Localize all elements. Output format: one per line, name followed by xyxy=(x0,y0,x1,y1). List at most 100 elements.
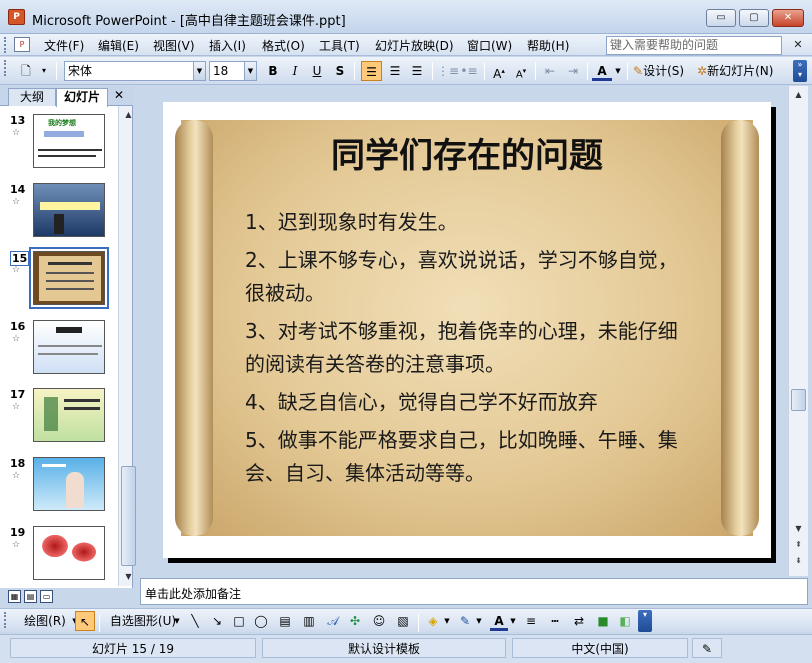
scroll-down-icon[interactable]: ▼ xyxy=(121,570,136,584)
slideshow-view-icon[interactable]: ▭ xyxy=(40,590,53,603)
diagram-icon[interactable]: ✣ xyxy=(346,611,364,631)
menu-bar: P 文件(F) 编辑(E) 视图(V) 插入(I) 格式(O) 工具(T) 幻灯… xyxy=(0,34,812,56)
picture-icon[interactable]: ▧ xyxy=(394,611,412,631)
menu-window[interactable]: 窗口(W) xyxy=(467,37,512,54)
line-style-icon[interactable]: ≡ xyxy=(522,611,540,631)
numbering-icon[interactable]: ⋮≡ xyxy=(437,61,459,81)
document-close-icon[interactable]: ✕ xyxy=(789,36,807,54)
vertical-textbox-icon[interactable]: ▥ xyxy=(300,611,318,631)
menu-tools[interactable]: 工具(T) xyxy=(319,37,360,54)
bold-button[interactable]: B xyxy=(264,61,282,81)
slide-thumbnail-17[interactable]: 17 ☆ xyxy=(0,388,118,448)
new-document-icon[interactable]: 🗋 xyxy=(16,61,36,81)
chevron-down-icon[interactable]: ▼ xyxy=(508,611,518,631)
align-right-icon[interactable]: ☰ xyxy=(407,61,427,81)
close-button[interactable]: ✕ xyxy=(772,9,804,27)
font-size-combo[interactable]: 18 ▼ xyxy=(209,61,257,81)
panel-close-icon[interactable]: ✕ xyxy=(114,88,124,102)
slide-thumbnail-19[interactable]: 19 ☆ xyxy=(0,526,118,586)
slide-thumbnail-13[interactable]: 13 ☆ 我的梦想 xyxy=(0,114,118,174)
slide-sorter-view-icon[interactable]: ▤ xyxy=(24,590,37,603)
design-button[interactable]: ✎设计(S) xyxy=(633,61,693,81)
align-center-icon[interactable]: ☰ xyxy=(385,61,405,81)
menu-edit[interactable]: 编辑(E) xyxy=(98,37,139,54)
chevron-down-icon[interactable]: ▼ xyxy=(442,611,452,631)
menu-file[interactable]: 文件(F) xyxy=(44,37,84,54)
slide-scrollbar[interactable]: ▲ ▼ ⇞ ⇟ xyxy=(788,86,808,576)
wordart-icon[interactable]: 𝒜 xyxy=(324,611,342,631)
decrease-indent-icon[interactable]: ⇤ xyxy=(540,61,560,81)
font-color-icon[interactable]: A xyxy=(592,61,612,81)
tab-outline[interactable]: 大纲 xyxy=(8,88,56,106)
toolbar-grip[interactable] xyxy=(4,37,7,53)
toolbar-overflow-icon[interactable]: ▾ xyxy=(638,610,652,632)
shadow-style-icon[interactable]: ■ xyxy=(594,611,612,631)
scrollbar-thumb[interactable] xyxy=(791,389,806,411)
chevron-down-icon[interactable]: ▼ xyxy=(613,61,623,81)
textbox-icon[interactable]: ▤ xyxy=(276,611,294,631)
rectangle-icon[interactable]: □ xyxy=(230,611,248,631)
arrow-style-icon[interactable]: ⇄ xyxy=(570,611,588,631)
thumbnail-scrollbar[interactable]: ▲ ▼ xyxy=(118,106,136,586)
autoshapes-button[interactable]: 自选图形(U) xyxy=(106,611,180,631)
slide-thumbnail-18[interactable]: 18 ☆ xyxy=(0,457,118,517)
slide-thumbnail-16[interactable]: 16 ☆ xyxy=(0,320,118,380)
maximize-button[interactable]: ▢ xyxy=(739,9,769,27)
3d-style-icon[interactable]: ◧ xyxy=(616,611,634,631)
current-slide[interactable]: 同学们存在的问题 1、迟到现象时有发生。 2、上课不够专心，喜欢说说话，学习不够… xyxy=(163,102,771,558)
chevron-down-icon[interactable]: ▼ xyxy=(244,62,256,80)
new-slide-button[interactable]: ✲新幻灯片(N) xyxy=(697,61,789,81)
decrease-font-icon[interactable]: A▾ xyxy=(511,61,531,81)
notes-pane[interactable]: 单击此处添加备注 xyxy=(140,578,808,605)
slide-thumbnail-15[interactable]: 15 ☆ xyxy=(0,247,118,311)
underline-button[interactable]: U xyxy=(308,61,326,81)
slide-editing-area[interactable]: 同学们存在的问题 1、迟到现象时有发生。 2、上课不够专心，喜欢说说话，学习不够… xyxy=(140,86,788,576)
clipart-icon[interactable]: ☺ xyxy=(370,611,388,631)
toolbar-options-icon[interactable]: ▾ xyxy=(38,61,50,81)
dash-style-icon[interactable]: ┅ xyxy=(546,611,564,631)
toolbar-overflow-icon[interactable]: » ▾ xyxy=(793,60,807,82)
thumbnail-title: 我的梦想 xyxy=(48,119,76,127)
menu-format[interactable]: 格式(O) xyxy=(262,37,305,54)
menu-slideshow[interactable]: 幻灯片放映(D) xyxy=(375,37,454,54)
normal-view-icon[interactable]: ▦ xyxy=(8,590,21,603)
chevron-down-icon[interactable]: ▼ xyxy=(474,611,484,631)
tab-slides[interactable]: 幻灯片 xyxy=(56,88,108,107)
minimize-button[interactable]: ▭ xyxy=(706,9,736,27)
chevron-down-icon[interactable]: ▼ xyxy=(193,62,205,80)
slide-title[interactable]: 同学们存在的问题 xyxy=(163,128,771,177)
fill-color-icon[interactable]: ◈ xyxy=(424,611,442,631)
menu-help[interactable]: 帮助(H) xyxy=(527,37,569,54)
scrollbar-thumb[interactable] xyxy=(121,466,136,566)
slide-body-text[interactable]: 1、迟到现象时有发生。 2、上课不够专心，喜欢说说话，学习不够自觉，很被动。 3… xyxy=(245,206,685,495)
toolbar-grip[interactable] xyxy=(4,60,7,76)
line-color-icon[interactable]: ✎ xyxy=(456,611,474,631)
scroll-up-icon[interactable]: ▲ xyxy=(791,88,806,102)
chevron-down-icon[interactable]: ▼ xyxy=(172,611,182,631)
italic-button[interactable]: I xyxy=(286,61,304,81)
toolbar-grip[interactable] xyxy=(4,612,7,628)
powerpoint-app-icon[interactable]: P xyxy=(8,9,25,25)
scroll-down-icon[interactable]: ▼ xyxy=(791,522,806,536)
next-slide-icon[interactable]: ⇟ xyxy=(791,554,806,568)
font-name-combo[interactable]: 宋体 ▼ xyxy=(64,61,206,81)
select-objects-icon[interactable]: ↖ xyxy=(75,611,95,631)
increase-indent-icon[interactable]: ⇥ xyxy=(563,61,583,81)
arrow-icon[interactable]: ↘ xyxy=(208,611,226,631)
scroll-up-icon[interactable]: ▲ xyxy=(121,108,136,122)
line-icon[interactable]: ╲ xyxy=(186,611,204,631)
font-color-icon[interactable]: A xyxy=(490,611,508,631)
document-icon[interactable]: P xyxy=(14,37,30,52)
previous-slide-icon[interactable]: ⇞ xyxy=(791,538,806,552)
draw-menu-button[interactable]: 绘图(R) xyxy=(20,611,70,631)
oval-icon[interactable]: ◯ xyxy=(252,611,270,631)
bullets-icon[interactable]: •≡ xyxy=(459,61,479,81)
align-left-icon[interactable]: ☰ xyxy=(361,61,382,81)
menu-insert[interactable]: 插入(I) xyxy=(209,37,246,54)
shadow-button[interactable]: S xyxy=(331,61,349,81)
increase-font-icon[interactable]: A▴ xyxy=(489,61,509,81)
slide-thumbnail-14[interactable]: 14 ☆ xyxy=(0,183,118,243)
help-search-input[interactable]: 键入需要帮助的问题 xyxy=(606,36,782,55)
spelling-check-icon[interactable]: ✎ xyxy=(692,638,722,658)
menu-view[interactable]: 视图(V) xyxy=(153,37,195,54)
